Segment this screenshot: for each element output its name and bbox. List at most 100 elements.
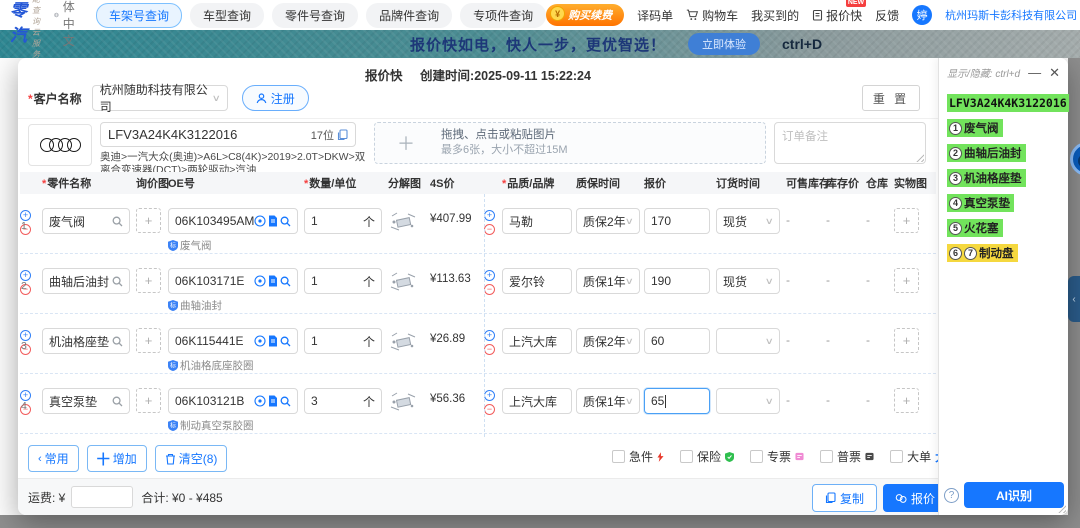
quantity-unit-input[interactable]: 1个 xyxy=(304,208,382,234)
part-name-input[interactable]: 曲轴后油封 xyxy=(42,268,130,294)
copy-icon[interactable] xyxy=(337,129,348,141)
sidebar-part-item[interactable]: 67制动盘 xyxy=(947,243,1062,262)
quantity-unit-input[interactable]: 1个 xyxy=(304,328,382,354)
warranty-select[interactable]: 质保2年∨ xyxy=(576,328,640,354)
delivery-select[interactable]: 现货∨ xyxy=(716,268,780,294)
register-button[interactable]: 注册 xyxy=(242,85,309,111)
copy-button[interactable]: 复制 xyxy=(812,484,877,512)
remove-brand-row-icon[interactable]: − xyxy=(484,344,495,355)
tab-brand-part-query[interactable]: 品牌件查询 xyxy=(366,3,452,28)
add-brand-row-icon[interactable]: + xyxy=(484,390,495,401)
resize-grip[interactable] xyxy=(916,154,924,162)
user-avatar[interactable]: 婷 xyxy=(912,5,932,25)
doc-icon[interactable] xyxy=(268,395,278,407)
brand-input[interactable]: 马勒 xyxy=(502,208,572,234)
real-photo-add[interactable]: + xyxy=(894,268,919,293)
add-brand-row-icon[interactable]: + xyxy=(484,330,495,341)
reset-button[interactable]: 重 置 xyxy=(862,85,920,111)
sidebar-part-item[interactable]: 1废气阀 xyxy=(947,118,1062,137)
tab-special-part-query[interactable]: 专项件查询 xyxy=(460,3,546,28)
doc-icon[interactable] xyxy=(268,275,278,287)
add-row-button[interactable]: 十增加 xyxy=(87,445,147,472)
common-parts-button[interactable]: ‹常用 xyxy=(28,445,79,472)
warranty-select[interactable]: 质保2年∨ xyxy=(576,208,640,234)
diagram-thumbnail[interactable] xyxy=(388,210,418,239)
diagram-thumbnail[interactable] xyxy=(388,270,418,299)
search-icon[interactable] xyxy=(112,396,123,407)
flag-urgent[interactable]: 急件 xyxy=(612,448,664,465)
flag-insurance[interactable]: 保险 xyxy=(680,448,734,465)
renew-button[interactable]: ¥购买续费 xyxy=(546,4,624,26)
purchased-link[interactable]: 我买到的 xyxy=(751,7,799,24)
delivery-select[interactable]: 现货∨ xyxy=(716,208,780,234)
delivery-select[interactable]: ∨ xyxy=(716,328,780,354)
doc-icon[interactable] xyxy=(268,335,278,347)
quote-price-input[interactable]: 190 xyxy=(644,268,710,294)
part-name-input[interactable]: 真空泵垫 xyxy=(42,388,130,414)
try-now-button[interactable]: 立即体验 xyxy=(688,33,760,55)
inquiry-image-add[interactable]: + xyxy=(136,388,161,413)
order-remark-textarea[interactable]: 订单备注 xyxy=(774,122,926,164)
brand-input[interactable]: 上汽大库 xyxy=(502,388,572,414)
collapse-panel-handle[interactable]: ‹ xyxy=(1068,276,1080,322)
doc-icon[interactable] xyxy=(268,215,278,227)
freight-input[interactable] xyxy=(71,486,133,508)
oe-number-input[interactable]: 06K103121B xyxy=(168,388,298,414)
quantity-unit-input[interactable]: 3个 xyxy=(304,388,382,414)
urgent-checkbox[interactable] xyxy=(612,450,625,463)
clear-all-button[interactable]: 清空(8) xyxy=(155,445,228,472)
add-brand-row-icon[interactable]: + xyxy=(484,270,495,281)
flag-general-invoice[interactable]: 普票 xyxy=(820,448,874,465)
language-switcher[interactable]: 简体中文 xyxy=(54,0,82,49)
sidebar-part-item[interactable]: 2曲轴后油封 xyxy=(947,143,1062,162)
special-invoice-checkbox[interactable] xyxy=(750,450,763,463)
sidebar-part-item[interactable]: 5火花塞 xyxy=(947,218,1062,237)
vin-input[interactable]: LFV3A24K4K3122016 17位 xyxy=(100,122,356,147)
company-name[interactable]: 杭州玛斯卡彭科技有限公司 xyxy=(945,7,1077,23)
inquiry-image-add[interactable]: + xyxy=(136,328,161,353)
epc-disc-icon[interactable] xyxy=(254,395,266,407)
search-icon[interactable] xyxy=(112,216,123,227)
feedback-link[interactable]: 反馈 xyxy=(875,7,899,24)
floating-widget-icon[interactable] xyxy=(1070,142,1080,176)
brand-input[interactable]: 上汽大库 xyxy=(502,328,572,354)
remove-brand-row-icon[interactable]: − xyxy=(484,284,495,295)
search-icon[interactable] xyxy=(112,336,123,347)
warranty-select[interactable]: 质保1年∨ xyxy=(576,268,640,294)
image-upload-dropzone[interactable]: ＋ 拖拽、点击或粘贴图片 最多6张，大小不超过15M xyxy=(374,122,766,164)
real-photo-add[interactable]: + xyxy=(894,388,919,413)
quantity-unit-input[interactable]: 1个 xyxy=(304,268,382,294)
remove-brand-row-icon[interactable]: − xyxy=(484,224,495,235)
quote-price-input[interactable]: 65 xyxy=(644,388,710,414)
oe-search-icon[interactable] xyxy=(280,216,291,227)
sidebar-part-item[interactable]: 3机油格座垫 xyxy=(947,168,1062,187)
tab-vin-query[interactable]: 车架号查询 xyxy=(96,3,182,28)
general-invoice-checkbox[interactable] xyxy=(820,450,833,463)
quote-price-input[interactable]: 60 xyxy=(644,328,710,354)
oe-search-icon[interactable] xyxy=(280,336,291,347)
close-icon[interactable]: ✕ xyxy=(1049,68,1060,78)
tab-model-query[interactable]: 车型查询 xyxy=(190,3,264,28)
diagram-thumbnail[interactable] xyxy=(388,330,418,359)
real-photo-add[interactable]: + xyxy=(894,208,919,233)
epc-disc-icon[interactable] xyxy=(254,335,266,347)
part-name-input[interactable]: 废气阀 xyxy=(42,208,130,234)
epc-disc-icon[interactable] xyxy=(254,215,266,227)
part-name-input[interactable]: 机油格座垫 xyxy=(42,328,130,354)
oe-number-input[interactable]: 06K115441E xyxy=(168,328,298,354)
oe-search-icon[interactable] xyxy=(280,396,291,407)
add-brand-row-icon[interactable]: + xyxy=(484,210,495,221)
diagram-thumbnail[interactable] xyxy=(388,390,418,419)
minimize-icon[interactable]: — xyxy=(1028,68,1041,78)
oe-number-input[interactable]: 06K103495AM xyxy=(168,208,298,234)
warranty-select[interactable]: 质保1年∨ xyxy=(576,388,640,414)
big-order-checkbox[interactable] xyxy=(890,450,903,463)
remove-brand-row-icon[interactable]: − xyxy=(484,404,495,415)
sidebar-part-item[interactable]: 4真空泵垫 xyxy=(947,193,1062,212)
inquiry-image-add[interactable]: + xyxy=(136,268,161,293)
oe-search-icon[interactable] xyxy=(280,276,291,287)
cart-link[interactable]: 购物车 xyxy=(686,7,738,24)
quote-fast-link[interactable]: NEW 报价快 xyxy=(812,7,862,24)
oe-number-input[interactable]: 06K103171E xyxy=(168,268,298,294)
insurance-checkbox[interactable] xyxy=(680,450,693,463)
